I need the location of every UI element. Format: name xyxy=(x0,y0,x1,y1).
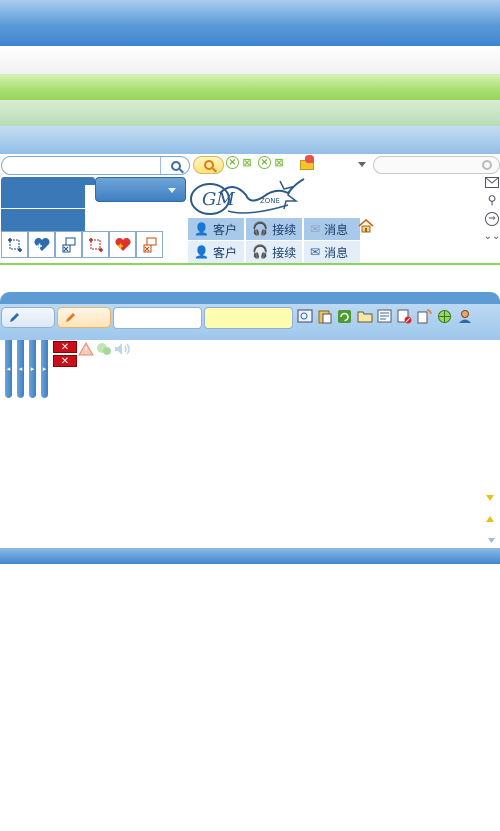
divider xyxy=(0,263,500,265)
right-search-input[interactable] xyxy=(380,158,476,172)
search-icon xyxy=(203,160,214,170)
menu-item-connect[interactable]: 🎧 接续 xyxy=(246,218,302,240)
nav-header xyxy=(1,177,95,185)
side-tab[interactable]: ▸ xyxy=(29,340,36,398)
caret-up-icon[interactable] xyxy=(486,511,494,522)
chevron-down-icon xyxy=(168,188,176,193)
footer-bar xyxy=(0,548,500,564)
search-icon xyxy=(170,160,181,171)
close-circle-icon[interactable]: × xyxy=(258,156,271,169)
network-globe-icon[interactable] xyxy=(436,308,453,324)
search-icon[interactable] xyxy=(482,160,492,170)
warning-icon xyxy=(78,342,94,356)
edit-button-highlight[interactable] xyxy=(57,307,111,328)
form-icon[interactable] xyxy=(376,308,393,324)
headset-icon: 🎧 xyxy=(252,221,269,237)
home-icon[interactable] xyxy=(358,218,374,233)
caret-down-icon[interactable] xyxy=(486,490,494,501)
speaker-icon xyxy=(115,343,130,355)
panel-header xyxy=(0,292,500,304)
header-strip xyxy=(0,46,500,74)
close-button[interactable]: ✕ xyxy=(53,341,77,353)
text-input[interactable] xyxy=(113,307,202,329)
caret-down-small-icon[interactable] xyxy=(488,532,495,543)
side-tab[interactable]: ◂ xyxy=(17,340,24,398)
add-heart-icon[interactable] xyxy=(109,231,136,258)
side-tab[interactable]: ◂ xyxy=(5,340,12,398)
svg-text:ZONE: ZONE xyxy=(260,197,280,205)
menu-item-connect[interactable]: 🎧 接续 xyxy=(246,241,302,263)
reply-icon[interactable]: ⇒ xyxy=(485,212,499,226)
edit-button[interactable] xyxy=(1,307,55,328)
category-select[interactable] xyxy=(95,177,186,202)
close-button[interactable]: ✕ xyxy=(53,355,77,367)
headset-icon: 🎧 xyxy=(252,244,269,260)
close-circle-icon[interactable]: × xyxy=(226,156,239,169)
add-frame-icon[interactable] xyxy=(82,231,109,258)
chat-icon xyxy=(97,343,111,355)
green-bar-light xyxy=(0,100,500,126)
service-menu: 👤 客户 🎧 接续 ✉ 消息 👤 客户 🎧 接续 ✉ 消息 xyxy=(188,218,360,263)
screen-zoom-icon[interactable] xyxy=(296,308,313,324)
dropdown-caret-icon[interactable] xyxy=(358,162,366,167)
status-icons xyxy=(78,342,132,356)
panel-toolbar xyxy=(296,308,473,324)
pencil-icon xyxy=(10,313,19,322)
search-box[interactable] xyxy=(1,156,190,175)
header-bar xyxy=(0,0,500,46)
highlighted-input[interactable] xyxy=(204,307,293,329)
menu-item-message[interactable]: ✉ 消息 xyxy=(304,218,360,240)
transfer-icon[interactable] xyxy=(55,231,82,258)
status-icons: × ⊠ × ⊠ xyxy=(226,156,284,169)
quick-search-button[interactable] xyxy=(193,156,224,174)
search-button[interactable] xyxy=(160,157,190,174)
folder-icon[interactable] xyxy=(299,154,316,171)
search-input[interactable] xyxy=(8,158,156,173)
clipboard-icon[interactable] xyxy=(316,308,333,324)
user-icon: 👤 xyxy=(194,222,209,236)
add-frame-icon[interactable] xyxy=(1,231,28,258)
menu-item-message[interactable]: ✉ 消息 xyxy=(304,241,360,263)
gm-zone-logo: GM ZONE xyxy=(188,175,308,218)
mail-icon[interactable] xyxy=(485,177,499,188)
nav-block[interactable] xyxy=(1,185,85,208)
refresh-icon[interactable] xyxy=(336,308,353,324)
folder-open-icon[interactable] xyxy=(356,308,373,324)
user-lock-icon[interactable]: ⚲ xyxy=(488,193,497,207)
menu-item-customer[interactable]: 👤 客户 xyxy=(188,241,244,263)
block-document-icon[interactable] xyxy=(396,308,413,324)
close-icon[interactable]: ⊠ xyxy=(274,157,284,168)
mail-icon: ✉ xyxy=(310,222,321,236)
transfer-icon[interactable] xyxy=(136,231,163,258)
action-toolbar xyxy=(1,231,163,258)
nav-block[interactable] xyxy=(1,209,85,231)
side-icons: ⚲ ⇒ ⌄⌄ xyxy=(484,177,500,243)
vertical-tabs: ◂ ◂ ▸ ▸ xyxy=(5,340,48,398)
menu-item-customer[interactable]: 👤 客户 xyxy=(188,218,244,240)
user-icon: 👤 xyxy=(194,245,209,259)
document-feed-icon[interactable] xyxy=(416,308,433,324)
blue-bar xyxy=(0,126,500,154)
svg-text:GM: GM xyxy=(202,189,235,210)
menu-row: 👤 客户 🎧 接续 ✉ 消息 xyxy=(188,241,360,263)
close-icon[interactable]: ⊠ xyxy=(242,157,252,168)
right-search-box[interactable] xyxy=(373,156,500,174)
side-tab[interactable]: ▸ xyxy=(41,340,48,398)
double-chevron-down-icon[interactable]: ⌄⌄ xyxy=(484,231,500,243)
agent-icon[interactable] xyxy=(456,308,473,324)
mail-icon: ✉ xyxy=(310,245,321,259)
menu-row: 👤 客户 🎧 接续 ✉ 消息 xyxy=(188,218,360,240)
pencil-icon xyxy=(66,313,75,322)
green-bar xyxy=(0,74,500,100)
add-heart-icon[interactable] xyxy=(28,231,55,258)
